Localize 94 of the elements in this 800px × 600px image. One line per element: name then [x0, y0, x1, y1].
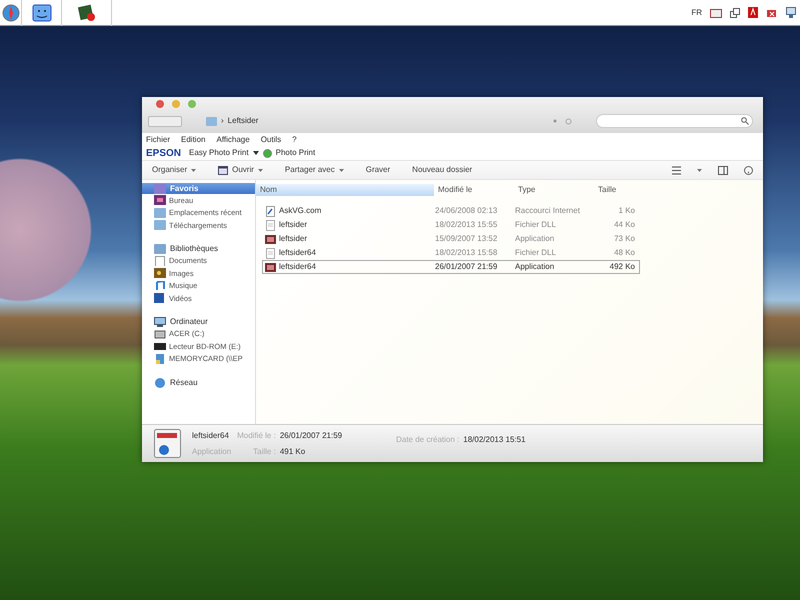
toolbar-button[interactable]: Ouvrir — [218, 164, 263, 176]
menu-item[interactable]: Edition — [181, 134, 206, 146]
easy-photo-print-menu[interactable]: Easy Photo Print — [189, 147, 249, 159]
caret-icon[interactable] — [252, 151, 259, 155]
file-size: 48 Ko — [613, 247, 635, 259]
modified-date: 24/06/2008 02:13 — [435, 205, 498, 217]
breadcrumb-separator: › — [221, 115, 224, 127]
breadcrumb-location[interactable]: Leftsider — [228, 115, 258, 127]
application-icon — [265, 234, 276, 244]
sidebar-group[interactable]: Favoris — [142, 183, 255, 194]
smiling-face-icon[interactable] — [32, 4, 52, 22]
preview-pane-icon[interactable] — [718, 166, 728, 174]
toolbar-button[interactable]: Nouveau dossier — [412, 164, 472, 176]
language-indicator[interactable]: FR — [691, 6, 702, 18]
modified-date: 18/02/2013 15:55 — [435, 219, 498, 231]
file-size: 44 Ko — [613, 219, 635, 231]
photo-print-icon — [262, 148, 272, 158]
media-player-icon[interactable] — [76, 4, 96, 22]
file-icon — [265, 248, 276, 258]
help-icon[interactable] — [744, 166, 753, 174]
application-icon — [154, 428, 182, 458]
menu-item[interactable]: Outils — [260, 134, 282, 146]
file-type: Raccourci Internet — [515, 205, 581, 217]
folder-icon — [206, 116, 217, 126]
compass-icon[interactable] — [2, 4, 20, 22]
window-icon — [218, 166, 228, 174]
file-type: Application — [515, 261, 556, 273]
menu-item[interactable]: Fichier — [146, 134, 170, 146]
file-name: leftsider64 — [279, 261, 316, 273]
file-row[interactable]: AskVG.com 24/06/2008 02:13 Raccourci Internet 1 Ko — [262, 204, 640, 218]
folder-icon — [154, 208, 166, 218]
caret-icon — [258, 168, 263, 172]
toolbar-button[interactable]: Organiser — [152, 164, 196, 176]
caret-icon — [191, 168, 196, 172]
file-row[interactable]: leftsider 15/09/2007 13:52 Application 73 Ko — [262, 232, 640, 246]
windows-icon[interactable] — [730, 8, 740, 18]
application-icon — [265, 262, 276, 272]
file-name: leftsider64 — [192, 430, 230, 442]
modified-date: 26/01/2007 21:59 — [435, 261, 498, 273]
folder-icon — [154, 220, 166, 230]
column-header[interactable]: Modifié le — [434, 184, 514, 196]
modified-date: 15/09/2007 13:52 — [435, 233, 498, 245]
field-value: 491 Ko — [280, 446, 306, 458]
field-label: Modifié le : — [237, 430, 276, 442]
drive-icon — [154, 328, 166, 339]
toolbar-button[interactable]: Graver — [366, 164, 390, 176]
file-type: Application — [192, 446, 232, 458]
globe-icon — [154, 378, 166, 388]
file-row[interactable]: leftsider64 26/01/2007 21:59 Application 492 Ko — [262, 260, 640, 274]
monitor-icon[interactable] — [786, 7, 796, 18]
column-header[interactable]: Type — [514, 184, 594, 196]
file-name: leftsider — [279, 219, 308, 231]
pdf-icon[interactable] — [748, 7, 758, 18]
field-value: 18/02/2013 15:51 — [463, 434, 526, 446]
file-name: leftsider64 — [279, 247, 316, 259]
menu-item[interactable]: Affichage — [216, 134, 250, 146]
file-size: 73 Ko — [613, 233, 635, 245]
search-field[interactable] — [596, 114, 753, 128]
computer-icon — [154, 317, 166, 327]
file-name: leftsider — [279, 233, 308, 245]
picture-icon — [154, 268, 166, 278]
column-header[interactable]: Taille — [594, 184, 644, 196]
sidebar-group[interactable]: Réseau — [142, 377, 255, 388]
field-label: Date de création : — [396, 434, 460, 446]
network-error-icon[interactable] — [766, 7, 778, 18]
file-name: AskVG.com — [279, 205, 322, 217]
sidebar-group[interactable]: Bibliothèques — [142, 244, 255, 254]
modified-date: 18/02/2013 15:58 — [435, 247, 498, 259]
sidebar-group[interactable]: Ordinateur — [142, 316, 255, 328]
caret-icon — [338, 168, 344, 172]
toolbar-button[interactable]: Partager avec — [284, 164, 344, 176]
photo-print-button[interactable]: Photo Print — [276, 147, 316, 159]
file-size: 492 Ko — [608, 261, 635, 273]
search-icon[interactable] — [741, 117, 749, 125]
file-type: Fichier DLL — [515, 219, 557, 231]
close-button[interactable] — [156, 100, 164, 108]
file-size: 1 Ko — [618, 205, 635, 217]
file-type: Application — [515, 233, 556, 245]
file-type: Fichier DLL — [515, 247, 557, 259]
list-view-icon[interactable] — [672, 166, 681, 174]
keyboard-icon[interactable] — [710, 8, 722, 18]
column-header[interactable]: Nom — [256, 184, 434, 196]
desktop-icon — [154, 195, 166, 206]
memory-card-icon — [154, 354, 166, 364]
menu-item[interactable]: ? — [292, 134, 297, 146]
file-icon — [265, 220, 276, 230]
field-value: 26/01/2007 21:59 — [280, 430, 342, 442]
internet-shortcut-icon — [265, 206, 276, 216]
dot-icon[interactable] — [553, 119, 557, 123]
disc-drive-icon — [154, 341, 166, 352]
file-row[interactable]: leftsider 18/02/2013 15:55 Fichier DLL 44 Ko — [262, 218, 640, 232]
epson-logo: EPSON — [146, 146, 182, 160]
file-row[interactable]: leftsider64 18/02/2013 15:58 Fichier DLL 48 Ko — [262, 246, 640, 260]
field-label: Taille : — [253, 446, 276, 458]
